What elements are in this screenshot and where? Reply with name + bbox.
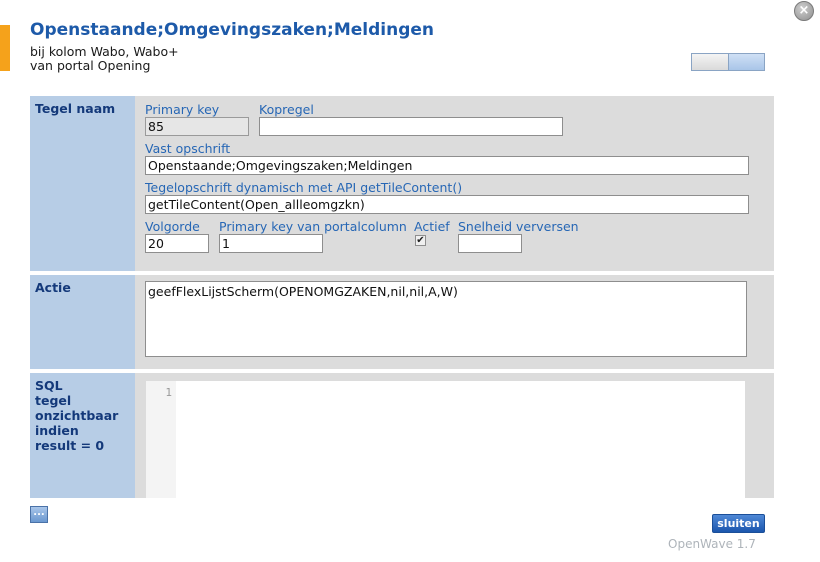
actie-textarea[interactable]: geefFlexLijstScherm(OPENOMGZAKEN,nil,nil… <box>145 281 747 357</box>
dialog-title: Openstaande;Omgevingszaken;Meldingen <box>30 20 435 40</box>
portal-pk-input[interactable] <box>219 234 323 253</box>
sql-code-editor[interactable]: 1 <box>146 381 745 498</box>
volgorde-label: Volgorde <box>145 219 200 234</box>
sluiten-button[interactable]: sluiten <box>712 514 765 533</box>
subtitle-column: bij kolom Wabo, Wabo+ <box>30 44 179 59</box>
sql-label-line: tegel <box>35 393 72 408</box>
vast-opschrift-label: Vast opschrift <box>145 141 231 156</box>
view-toggle[interactable] <box>691 53 765 71</box>
dynamic-title-label: Tegelopschrift dynamisch met API getTile… <box>145 180 463 195</box>
section-tegel: Tegel naam Primary key Kopregel Vast ops… <box>30 96 774 271</box>
primary-key-label: Primary key <box>145 102 220 117</box>
primary-key-field <box>145 117 249 136</box>
sql-label-line: onzichtbaar <box>35 408 119 423</box>
kopregel-label: Kopregel <box>259 102 314 117</box>
line-number-gutter: 1 <box>146 381 176 498</box>
toggle-on-segment[interactable] <box>727 54 764 70</box>
accent-bar <box>0 25 10 71</box>
volgorde-input[interactable] <box>145 234 209 253</box>
subtitle-portal: van portal Opening <box>30 58 151 73</box>
sql-label-line: indien <box>35 423 79 438</box>
sql-label-line: SQL <box>35 378 63 393</box>
more-options-button[interactable]: ... <box>30 506 48 523</box>
brand-version: OpenWave 1.7 <box>668 537 756 551</box>
section-actie: Actie geefFlexLijstScherm(OPENOMGZAKEN,n… <box>30 275 774 369</box>
section-sql: SQL tegel onzichtbaar indien result = 0 … <box>30 373 774 498</box>
line-number: 1 <box>165 386 172 399</box>
sql-label-line: result = 0 <box>35 438 105 453</box>
section-label-sql: SQL tegel onzichtbaar indien result = 0 <box>30 373 135 498</box>
vast-opschrift-input[interactable] <box>145 156 749 175</box>
toggle-off-segment[interactable] <box>692 54 728 70</box>
section-label-tegel: Tegel naam <box>30 96 135 271</box>
actief-checkbox[interactable]: ✔ <box>415 235 426 246</box>
kopregel-input[interactable] <box>259 117 563 136</box>
actief-label: Actief <box>414 219 450 234</box>
close-icon[interactable]: × <box>794 1 814 21</box>
snelheid-label: Snelheid verversen <box>458 219 579 234</box>
snelheid-input[interactable] <box>458 234 522 253</box>
section-label-actie: Actie <box>30 275 135 369</box>
dynamic-title-input[interactable] <box>145 195 749 214</box>
portal-pk-label: Primary key van portalcolumn <box>219 219 407 234</box>
